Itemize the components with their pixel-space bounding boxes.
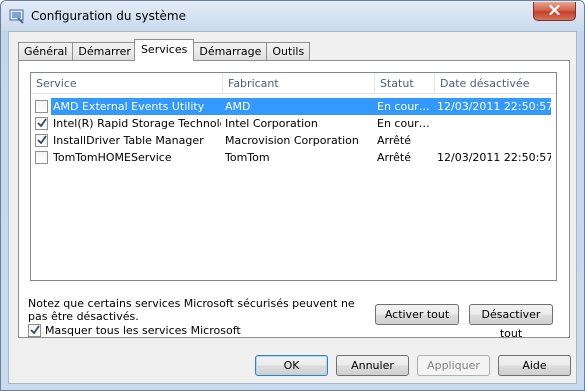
checkmark-icon [37, 135, 47, 145]
hide-ms-label: Masquer tous les services Microsoft [45, 324, 241, 337]
close-icon [549, 4, 560, 18]
list-header: Service Fabricant Statut Date désactivée [31, 73, 556, 94]
close-button[interactable] [533, 2, 576, 21]
enable-all-button[interactable]: Activer tout [375, 304, 459, 325]
service-disabled-date: 12/03/2011 22:50:57 [433, 98, 551, 115]
dialog-body: Général Démarrer Services Démarrage Outi… [8, 31, 577, 384]
service-name: InstallDriver Table Manager [53, 134, 204, 147]
microsoft-services-note: Notez que certains services Microsoft sé… [28, 297, 355, 323]
tab-general[interactable]: Général [18, 42, 74, 61]
help-button[interactable]: Aide [498, 355, 571, 376]
system-config-window: Configuration du système Général Démarre… [0, 0, 585, 391]
service-manufacturer: Macrovision Corporation [225, 134, 359, 147]
cancel-button[interactable]: Annuler [336, 355, 409, 376]
tab-outils[interactable]: Outils [266, 42, 311, 61]
table-row[interactable]: TomTomHOMEService TomTom Arrêté 12/03/20… [31, 149, 556, 166]
apply-button: Appliquer [417, 355, 490, 376]
service-disabled-date: 12/03/2011 22:50:57 [437, 151, 551, 164]
tab-demarrer[interactable]: Démarrer [72, 42, 137, 61]
service-name: Intel(R) Rapid Storage Technology [53, 117, 221, 130]
service-name: TomTomHOMEService [53, 151, 172, 164]
services-list[interactable]: Service Fabricant Statut Date désactivée… [30, 72, 557, 281]
hide-ms-services-option[interactable]: Masquer tous les services Microsoft [28, 324, 241, 337]
service-status: En cour… [373, 98, 433, 115]
table-row[interactable]: InstallDriver Table Manager Macrovision … [31, 132, 556, 149]
table-row[interactable]: Intel(R) Rapid Storage Technology Intel … [31, 115, 556, 132]
service-manufacturer: TomTom [225, 151, 270, 164]
table-row[interactable]: AMD External Events Utility AMD En cour…… [31, 98, 556, 115]
service-manufacturer: Intel Corporation [225, 117, 318, 130]
service-disabled-date [433, 115, 551, 132]
checkmark-icon [30, 325, 40, 335]
tab-services[interactable]: Services [133, 39, 195, 61]
msconfig-icon [9, 8, 25, 24]
service-disabled-date [433, 132, 551, 149]
checkmark-icon [37, 118, 47, 128]
service-status: Arrêté [377, 134, 411, 147]
hide-ms-checkbox[interactable] [28, 324, 41, 337]
row-checkbox[interactable] [35, 100, 48, 113]
column-header-statut[interactable]: Statut [375, 73, 435, 94]
column-header-fabricant[interactable]: Fabricant [223, 73, 375, 94]
disable-all-button[interactable]: Désactiver tout [469, 304, 553, 340]
service-status: En cour… [377, 117, 430, 130]
service-manufacturer: AMD [221, 98, 373, 115]
window-title: Configuration du système [31, 9, 186, 23]
service-status: Arrêté [377, 151, 411, 164]
ok-button[interactable]: OK [255, 355, 328, 376]
row-checkbox[interactable] [35, 151, 48, 164]
tab-strip: Général Démarrer Services Démarrage Outi… [18, 39, 311, 61]
column-header-date[interactable]: Date désactivée [435, 73, 555, 94]
row-checkbox[interactable] [35, 134, 48, 147]
service-name: AMD External Events Utility [51, 98, 221, 115]
tab-demarrage[interactable]: Démarrage [193, 42, 268, 61]
title-bar[interactable]: Configuration du système [1, 1, 584, 31]
row-checkbox[interactable] [35, 117, 48, 130]
column-header-service[interactable]: Service [31, 73, 223, 94]
